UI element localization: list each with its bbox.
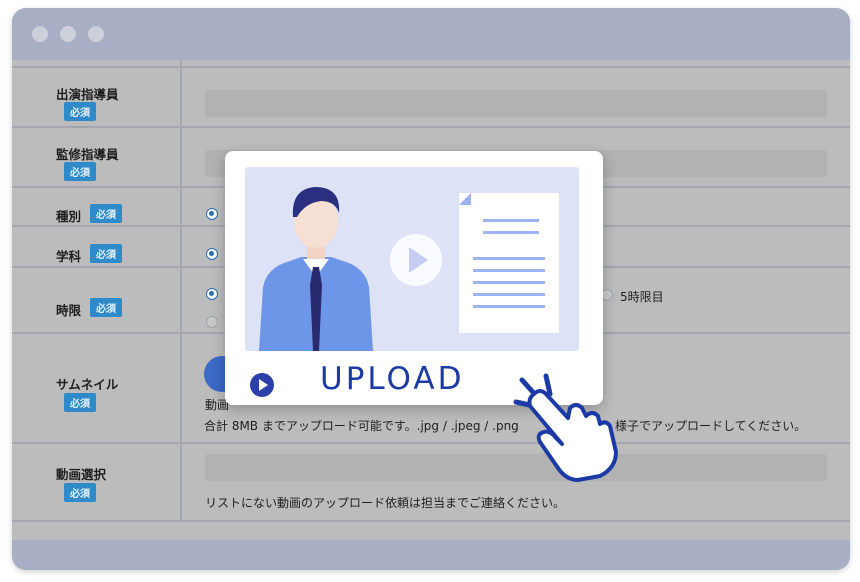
performer-instructor-label: 出演指導員	[56, 87, 119, 102]
window-close-dot[interactable]	[32, 26, 48, 42]
category-radio[interactable]	[206, 208, 218, 220]
required-badge: 必須	[64, 162, 96, 181]
pointing-hand-cursor-icon	[513, 373, 618, 482]
period-5-label: 5時限目	[620, 290, 664, 304]
required-badge: 必須	[90, 298, 122, 317]
instructor-illustration	[259, 187, 559, 351]
bottom-bar	[12, 540, 850, 570]
upload-card: UPLOAD	[225, 151, 603, 405]
category-label: 種別	[56, 209, 82, 224]
required-badge: 必須	[64, 102, 96, 121]
column-divider	[180, 60, 182, 520]
period-radio[interactable]	[206, 288, 218, 300]
subject-radio[interactable]	[206, 248, 218, 260]
row-divider	[12, 520, 850, 522]
period-radio[interactable]	[206, 316, 218, 328]
video-lesson-illustration	[245, 167, 579, 351]
required-badge: 必須	[90, 244, 122, 263]
title-bar	[12, 8, 850, 60]
video-select-label: 動画選択	[56, 467, 107, 482]
play-circle-icon[interactable]	[249, 372, 275, 398]
row-divider	[12, 126, 850, 128]
thumbnail-hint: 合計 8MB までアップロード可能です。.jpg / .jpeg / .png	[204, 419, 519, 433]
video-select-note: リストにない動画のアップロード依頼は担当までご連絡ください。	[205, 496, 566, 510]
thumbnail-label: サムネイル	[56, 377, 119, 392]
row-divider	[12, 442, 850, 444]
window-minimize-dot[interactable]	[60, 26, 76, 42]
upload-label[interactable]: UPLOAD	[320, 361, 464, 397]
thumbnail-hint-end: 様子でアップロードしてください。	[615, 419, 807, 433]
subject-label: 学科	[56, 249, 82, 264]
supervisor-instructor-label: 監修指導員	[56, 147, 119, 162]
period-label: 時限	[56, 303, 82, 318]
required-badge: 必須	[64, 483, 96, 502]
performer-instructor-field[interactable]	[205, 90, 827, 117]
required-badge: 必須	[90, 204, 122, 223]
row-divider	[12, 66, 850, 68]
window-maximize-dot[interactable]	[88, 26, 104, 42]
required-badge: 必須	[64, 393, 96, 412]
